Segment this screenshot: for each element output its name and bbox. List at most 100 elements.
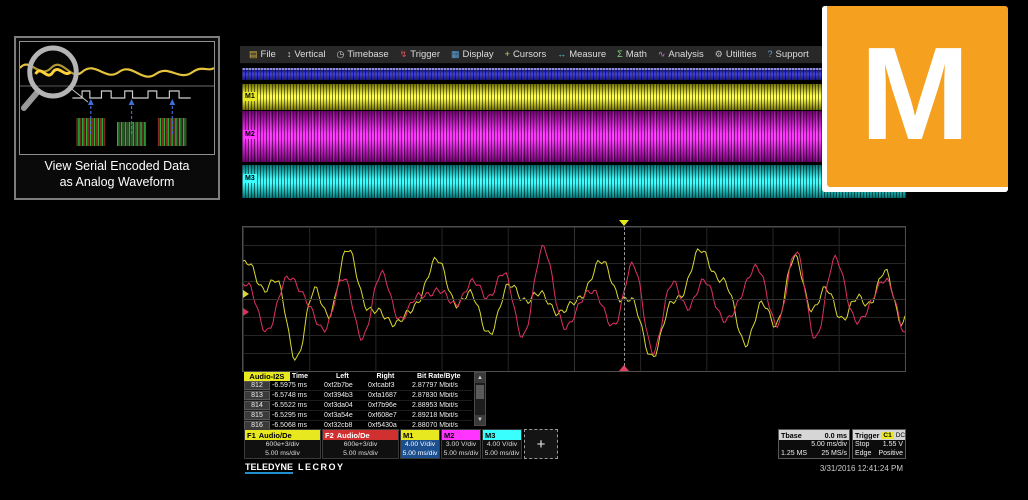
trigger-header: Trigger C1 DC [853,430,905,440]
menu-label: Measure [569,49,607,60]
descriptor-m1[interactable]: M1 4.00 V/div 5.00 ms/div [400,429,440,459]
audio-waveform-traces [243,244,905,362]
descriptor-m3[interactable]: M3 4.00 V/div 5.00 ms/div [482,429,522,459]
timebase-label: Tbase [781,430,802,440]
add-trace-button[interactable]: + [524,429,558,459]
decode-table: Audio-I2S Time Left Right Bit Rate/Byte 812… [244,372,472,431]
table-row[interactable]: 815 -6.5295 ms 0xf3a54e 0xf608e7 2.89218 Mbi… [244,411,472,421]
table-header-right: Right [376,373,395,380]
menu-label: Cursors [512,49,547,60]
menu-bar: ▤ File ↕ Vertical ◷ Timebase ↯ Trigger ▦ Display +… [240,46,908,64]
channel-label-m3: M3 [243,174,257,183]
menu-file[interactable]: ▤ File [244,46,281,63]
table-row[interactable]: 814 -6.5522 ms 0xf3da04 0xf7b96e 2.88953 Mbi… [244,401,472,411]
table-cell: 815 [244,411,270,420]
upper-waveform-area[interactable]: M1 M2 M3 [242,64,906,220]
m1-waveform-band [242,84,906,110]
trigger-mode-row: Stop 1.55 V [853,440,905,449]
cursor-marker-icon[interactable] [618,365,629,371]
descriptor-scale: 3.00 V/div [445,441,477,448]
display-grid-icon: ▦ [451,49,460,59]
descriptor-timebase: 5.00 ms/div [343,450,378,457]
trigger-descriptor[interactable]: Trigger C1 DC Stop 1.55 V Edge Positive [852,429,906,459]
promo-card[interactable]: View Serial Encoded Data as Analog Wavef… [14,36,220,200]
m-logo[interactable]: M [822,6,1008,192]
page: View Serial Encoded Data as Analog Wavef… [0,0,1028,500]
brand-lecroy: LECROY [298,461,345,472]
magnifier-waveform-graphic [20,45,214,146]
trigger-type-row: Edge Positive [853,449,905,458]
table-cell: 0xf3a54e [324,412,353,419]
trigger-type: Edge [855,450,872,457]
menu-trigger[interactable]: ↯ Trigger [395,46,445,63]
descriptor-m2[interactable]: M2 3.00 V/div 5.00 ms/div [441,429,481,459]
table-cell: 812 [244,381,270,390]
promo-image [19,41,215,155]
table-cell: 814 [244,401,270,410]
table-cell: 0xf7b96e [368,402,397,409]
descriptor-scale: 600e+3/div [343,441,378,448]
descriptor-timebase: 5.00 ms/div [484,450,520,457]
menu-math[interactable]: Σ Math [612,46,652,63]
menu-label: Analysis [668,49,704,60]
trigger-mode: Stop [855,441,870,448]
menu-label: Math [625,49,647,60]
scrollbar-thumb[interactable] [476,385,484,399]
menu-label: Utilities [725,49,757,60]
table-row[interactable]: 812 -6.5975 ms 0xf2b7be 0xfcabf3 2.87797 Mbi… [244,381,472,391]
scroll-up-icon[interactable]: ▲ [475,373,485,383]
table-header-left: Left [336,373,349,380]
clock-icon: ◷ [336,49,345,59]
table-row[interactable]: 813 -6.5748 ms 0xf394b3 0xfa1687 2.87830 Mbi… [244,391,472,401]
m2-waveform-band [242,111,906,162]
table-cell: 0xf2b7be [324,382,353,389]
f2-level-marker-icon [243,307,249,316]
channel-label-m1: M1 [243,92,257,101]
promo-caption-line2: as Analog Waveform [59,175,175,190]
support-question-icon: ? [767,49,773,59]
timebase-header: Tbase 0.0 ms [779,430,849,440]
table-cell: -6.5295 ms [272,412,308,419]
descriptor-header: M3 [483,430,521,440]
timebase-scale-row: 5.00 ms/div [779,440,849,449]
descriptor-timebase: 5.00 ms/div [402,450,438,457]
table-cell: -6.5748 ms [272,392,308,399]
descriptor-body: 3.00 V/div 5.00 ms/div [442,440,480,458]
descriptor-f1[interactable]: F1 Audio/De 600e+3/div 5.00 ms/div [244,429,321,459]
menu-cursors[interactable]: + Cursors [500,46,552,63]
trigger-slope: Positive [878,450,903,457]
time-cursor-line[interactable] [623,227,625,371]
scroll-down-icon[interactable]: ▼ [475,415,485,425]
descriptor-id: F2 [325,430,334,440]
decode-table-body: 812 -6.5975 ms 0xf2b7be 0xfcabf3 2.87797 Mbi… [244,381,472,431]
f1-level-marker-icon [243,290,249,299]
menu-vertical[interactable]: ↕ Vertical [282,46,331,63]
descriptor-header: F2 Audio/De [323,430,398,440]
table-cell: -6.5975 ms [272,382,308,389]
trigger-bolt-icon: ↯ [399,49,408,59]
table-cell: 813 [244,391,270,400]
menu-timebase[interactable]: ◷ Timebase [331,46,393,63]
trigger-coupling: DC [895,431,906,439]
descriptor-header: M2 [442,430,480,440]
trigger-label: Trigger [855,430,880,440]
timebase-descriptor[interactable]: Tbase 0.0 ms 5.00 ms/div 1.25 MS 25 MS/s [778,429,850,459]
menu-analysis[interactable]: ∿ Analysis [653,46,709,63]
table-cell: 2.89218 Mbit/s [412,412,458,419]
m-logo-letter: M [860,20,970,167]
menu-support[interactable]: ? Support [763,46,814,63]
table-scrollbar[interactable]: ▲ ▼ [474,372,486,426]
menu-utilities[interactable]: ⚙ Utilities [710,46,762,63]
vertical-arrows-icon: ↕ [286,49,292,59]
table-cell: 0xfcabf3 [368,382,395,389]
oscilloscope-window: ▤ File ↕ Vertical ◷ Timebase ↯ Trigger ▦ Display +… [240,46,908,476]
table-cell: 0xf3da04 [324,402,353,409]
utilities-gear-icon: ⚙ [714,49,723,59]
menu-display[interactable]: ▦ Display [446,46,499,63]
table-cell: 0xf394b3 [324,392,353,399]
menu-label: Support [775,49,809,60]
zoom-waveform-area[interactable] [242,226,906,372]
decode-table-tab[interactable]: Audio-I2S [244,372,290,381]
menu-measure[interactable]: ↔ Measure [552,46,611,63]
descriptor-f2[interactable]: F2 Audio/De 600e+3/div 5.00 ms/div [322,429,399,459]
